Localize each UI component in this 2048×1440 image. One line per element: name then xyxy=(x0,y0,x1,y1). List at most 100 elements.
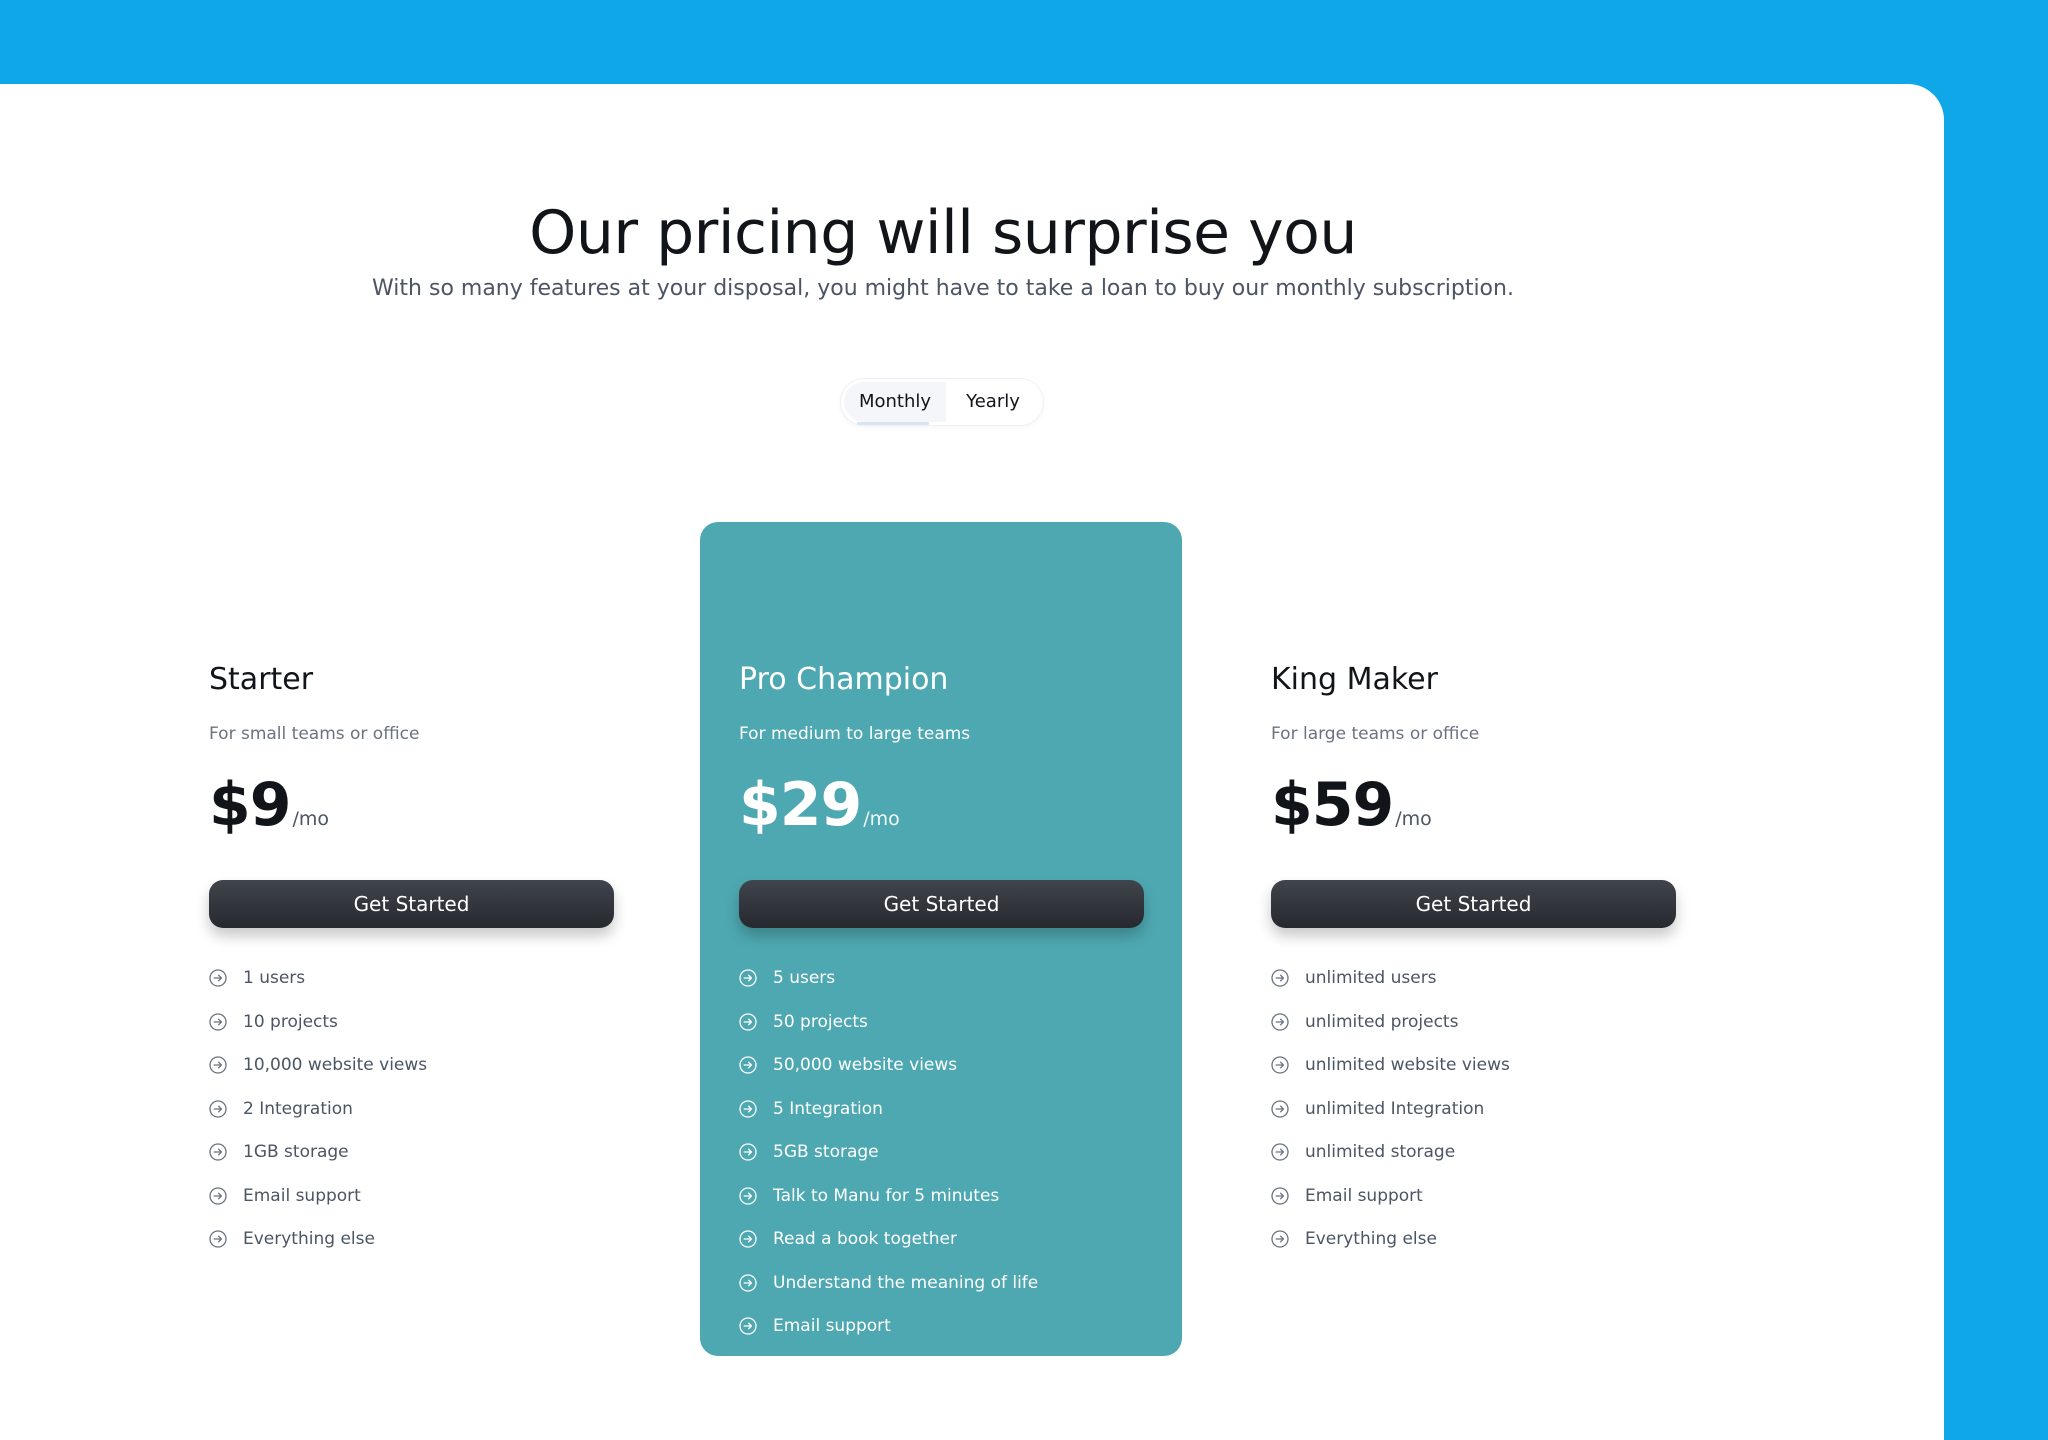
feature-label: unlimited users xyxy=(1305,968,1437,988)
arrow-right-circle-icon xyxy=(739,969,757,987)
feature-item: 1GB storage xyxy=(209,1141,427,1185)
get-started-button[interactable]: Get Started xyxy=(209,880,614,928)
toggle-monthly[interactable]: Monthly xyxy=(844,382,946,422)
arrow-right-circle-icon xyxy=(209,1186,227,1205)
feature-label: Talk to Manu for 5 minutes xyxy=(773,1185,1000,1206)
arrow-right-circle-icon xyxy=(739,1230,757,1248)
feature-item: unlimited users xyxy=(1271,967,1510,1011)
feature-label: Read a book together xyxy=(773,1229,957,1249)
arrow-right-circle-icon xyxy=(209,969,227,987)
feature-item: Email support xyxy=(1271,1185,1510,1229)
arrow-right-circle-icon xyxy=(1271,969,1289,987)
arrow-right-circle-icon xyxy=(1271,1230,1289,1248)
plan-description: For medium to large teams xyxy=(739,724,971,744)
toggle-yearly[interactable]: Yearly xyxy=(946,382,1040,422)
page-subtitle: With so many features at your disposal, … xyxy=(372,276,1514,301)
feature-item: 10 projects xyxy=(209,1011,427,1055)
arrow-right-circle-icon xyxy=(209,1012,227,1031)
arrow-right-circle-icon xyxy=(209,1099,227,1118)
arrow-right-circle-icon xyxy=(739,1186,757,1205)
feature-label: unlimited storage xyxy=(1305,1142,1456,1162)
arrow-right-circle-icon xyxy=(209,1230,227,1248)
feature-label: Email support xyxy=(243,1185,361,1206)
arrow-right-circle-icon xyxy=(739,1056,757,1074)
feature-item: Read a book together xyxy=(739,1228,1038,1272)
feature-item: unlimited storage xyxy=(1271,1141,1510,1185)
feature-label: 10 projects xyxy=(243,1011,338,1032)
feature-item: 50 projects xyxy=(739,1011,1038,1055)
plan-price: $59/mo xyxy=(1271,770,1432,840)
feature-label: 1GB storage xyxy=(243,1142,349,1162)
price-amount: $29 xyxy=(739,770,862,840)
feature-label: unlimited Integration xyxy=(1305,1098,1485,1119)
feature-label: 1 users xyxy=(243,968,306,988)
toggle-active-indicator xyxy=(857,422,929,425)
feature-label: 50 projects xyxy=(773,1011,868,1032)
feature-list: 5 users 50 projects 50,000 website views 5 … xyxy=(739,967,1038,1402)
feature-label: 5GB storage xyxy=(773,1142,879,1162)
feature-item: 50,000 website views xyxy=(739,1054,1038,1098)
feature-label: Everything else xyxy=(1305,1229,1437,1249)
arrow-right-circle-icon xyxy=(1271,1056,1289,1074)
arrow-right-circle-icon xyxy=(739,1273,757,1292)
price-amount: $59 xyxy=(1271,770,1394,840)
price-unit: /mo xyxy=(1395,808,1432,830)
arrow-right-circle-icon xyxy=(739,1099,757,1118)
feature-item: Understand the meaning of life xyxy=(739,1272,1038,1316)
arrow-right-circle-icon xyxy=(1271,1186,1289,1205)
plan-price: $9/mo xyxy=(209,770,329,840)
feature-item: Email support xyxy=(739,1315,1038,1359)
feature-label: 2 Integration xyxy=(243,1098,353,1119)
feature-list: 1 users 10 projects 10,000 website views 2 … xyxy=(209,967,427,1272)
feature-item: Everything else xyxy=(1271,1228,1510,1272)
feature-label: Everything else xyxy=(773,1359,905,1380)
feature-label: unlimited website views xyxy=(1305,1055,1510,1075)
feature-item: 5 users xyxy=(739,967,1038,1011)
feature-label: 50,000 website views xyxy=(773,1055,958,1075)
plan-card-starter: Starter For small teams or office $9/mo … xyxy=(170,522,652,1356)
plan-name: King Maker xyxy=(1271,662,1438,697)
feature-label: Email support xyxy=(773,1316,891,1336)
feature-item: unlimited projects xyxy=(1271,1011,1510,1055)
pricing-panel: Our pricing will surprise you With so ma… xyxy=(0,84,1944,1440)
arrow-right-circle-icon xyxy=(209,1143,227,1161)
feature-list: unlimited users unlimited projects unlimit… xyxy=(1271,967,1510,1272)
plan-description: For large teams or office xyxy=(1271,724,1480,744)
plan-name: Starter xyxy=(209,662,314,697)
feature-item: Email support xyxy=(209,1185,427,1229)
feature-item: 5 Integration xyxy=(739,1098,1038,1142)
feature-item: unlimited website views xyxy=(1271,1054,1510,1098)
arrow-right-circle-icon xyxy=(209,1056,227,1074)
plan-name: Pro Champion xyxy=(739,662,949,697)
feature-item: unlimited Integration xyxy=(1271,1098,1510,1142)
price-unit: /mo xyxy=(292,808,330,830)
feature-item: 10,000 website views xyxy=(209,1054,427,1098)
feature-item: 1 users xyxy=(209,967,427,1011)
feature-item: 2 Integration xyxy=(209,1098,427,1142)
plan-card-king-maker: King Maker For large teams or office $59… xyxy=(1232,522,1714,1356)
feature-item: Talk to Manu for 5 minutes xyxy=(739,1185,1038,1229)
feature-label: 10,000 website views xyxy=(243,1055,428,1075)
feature-item: 5GB storage xyxy=(739,1141,1038,1185)
page-title: Our pricing will surprise you xyxy=(529,198,1357,269)
arrow-right-circle-icon xyxy=(1271,1099,1289,1118)
get-started-button[interactable]: Get Started xyxy=(739,880,1144,928)
feature-label: unlimited projects xyxy=(1305,1011,1459,1032)
arrow-right-circle-icon xyxy=(1271,1012,1289,1031)
arrow-right-circle-icon xyxy=(739,1012,757,1031)
arrow-right-circle-icon xyxy=(739,1360,757,1379)
feature-label: Everything else xyxy=(243,1229,375,1249)
feature-label: 5 users xyxy=(773,968,836,988)
arrow-right-circle-icon xyxy=(739,1143,757,1161)
plan-card-pro-champion: Pro Champion For medium to large teams $… xyxy=(700,522,1182,1380)
price-amount: $9 xyxy=(209,770,291,840)
feature-item: Everything else xyxy=(209,1228,427,1272)
plan-price: $29/mo xyxy=(739,770,900,840)
feature-label: 5 Integration xyxy=(773,1098,883,1119)
arrow-right-circle-icon xyxy=(739,1317,757,1335)
feature-label: Understand the meaning of life xyxy=(773,1272,1039,1293)
feature-item: Everything else xyxy=(739,1359,1038,1403)
plan-description: For small teams or office xyxy=(209,724,420,744)
arrow-right-circle-icon xyxy=(1271,1143,1289,1161)
get-started-button[interactable]: Get Started xyxy=(1271,880,1676,928)
